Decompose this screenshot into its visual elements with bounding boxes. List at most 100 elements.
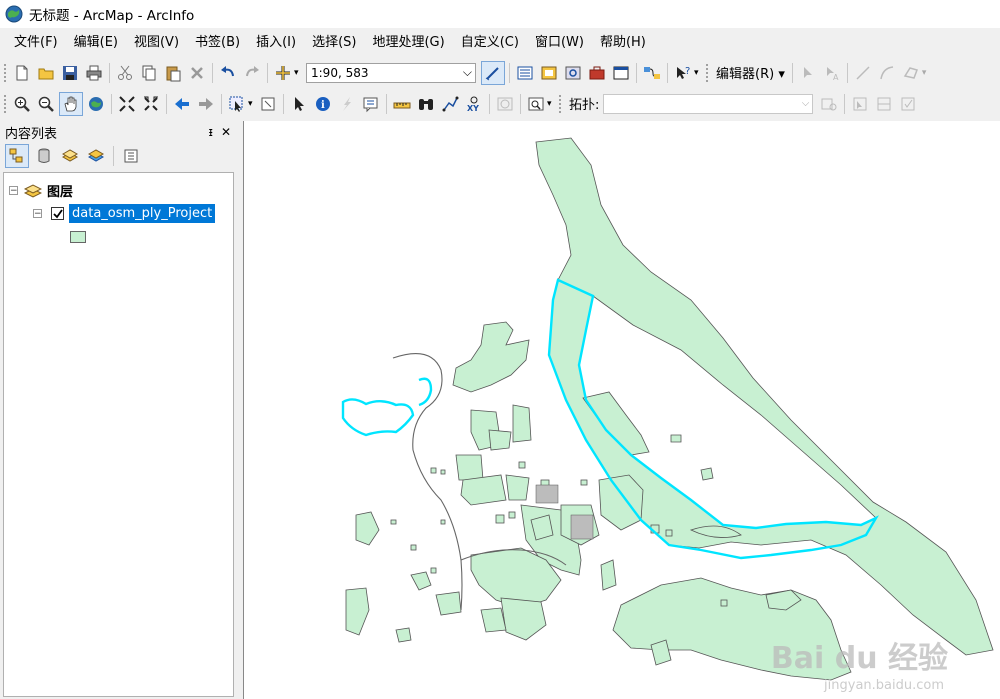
fixed-zoom-out-icon[interactable] [140,93,162,115]
open-folder-icon[interactable] [35,62,57,84]
find-route-icon[interactable] [439,93,461,115]
search-window-icon[interactable] [562,62,584,84]
select-features-dropdown-icon[interactable]: ▾ [248,99,256,109]
map-canvas[interactable] [244,121,1000,699]
catalog-icon[interactable] [538,62,560,84]
menu-customize[interactable]: 自定义(C) [453,28,527,57]
table-of-contents-panel: 内容列表 ᵻ ✕ − 图层 − data_osm_ply_Project [0,121,237,699]
add-data-icon[interactable] [272,62,294,84]
layer-visibility-checkbox[interactable] [51,207,64,220]
delete-icon[interactable] [186,62,208,84]
baidu-watermark-url: jingyan.baidu.com [824,678,944,693]
toc-options-icon[interactable] [120,145,142,167]
list-by-selection-icon[interactable] [85,145,107,167]
toolbar-grip[interactable] [3,93,7,114]
selected-west-patch [341,398,415,437]
toolbar-options-icon[interactable]: ▾ [694,68,702,78]
map-topology-icon[interactable] [818,93,840,115]
select-features-icon[interactable] [226,93,248,115]
tools-toolbar: ▾ i XY ▾ 拓扑: ⌵ [0,89,1000,118]
map-view[interactable]: Bai du 经验 jingyan.baidu.com [243,121,1000,699]
menu-edit[interactable]: 编辑(E) [66,28,126,57]
go-forward-arrow-icon[interactable] [195,93,217,115]
topology-combo[interactable]: ⌵ [603,93,814,114]
paste-icon[interactable] [162,62,184,84]
full-extent-globe-icon[interactable] [85,93,107,115]
end-point-arc-icon[interactable] [876,62,898,84]
find-binoculars-icon[interactable] [415,93,437,115]
menu-file[interactable]: 文件(F) [6,28,66,57]
undo-icon[interactable] [217,62,239,84]
topology-edit-tool-icon[interactable] [849,93,871,115]
copy-icon[interactable] [138,62,160,84]
print-icon[interactable] [83,62,105,84]
window-title: 无标题 - ArcMap - ArcInfo [29,8,195,24]
menu-view[interactable]: 视图(V) [126,28,187,57]
close-icon[interactable]: ✕ [221,125,231,139]
edit-annotation-icon[interactable]: A [821,62,843,84]
toolbar-grip[interactable] [3,62,7,83]
list-by-source-icon[interactable] [33,145,55,167]
menu-geoprocessing[interactable]: 地理处理(G) [364,28,452,57]
construction-tools-dropdown-icon[interactable]: ▾ [922,68,930,78]
fixed-zoom-in-icon[interactable] [116,93,138,115]
zoom-out-icon[interactable] [35,93,57,115]
zoom-in-icon[interactable] [11,93,33,115]
python-window-icon[interactable] [610,62,632,84]
layer-symbol-row[interactable] [70,231,86,243]
model-builder-icon[interactable] [641,62,663,84]
editor-toolbar-icon[interactable] [481,60,505,85]
polygon-symbol-swatch[interactable] [70,231,86,243]
validate-topology-icon[interactable] [897,93,919,115]
new-document-icon[interactable] [11,62,33,84]
arcmap-globe-icon [5,5,23,23]
table-of-contents-icon[interactable] [514,62,536,84]
identify-icon[interactable]: i [312,93,334,115]
pan-hand-icon[interactable] [59,91,83,116]
time-slider-icon[interactable] [494,93,516,115]
chevron-down-icon[interactable]: ⌵ [463,65,472,80]
measure-ruler-icon[interactable] [391,93,413,115]
layer-row[interactable]: − data_osm_ply_Project [33,204,216,223]
whats-this-help-icon[interactable]: ? [672,62,694,84]
clear-selection-icon[interactable] [257,93,279,115]
hyperlink-icon[interactable] [336,93,358,115]
save-icon[interactable] [59,62,81,84]
menu-bookmarks[interactable]: 书签(B) [187,28,248,57]
redo-icon[interactable] [241,62,263,84]
menu-bar: 文件(F) 编辑(E) 视图(V) 书签(B) 插入(I) 选择(S) 地理处理… [0,28,1000,57]
editor-menu[interactable]: 编辑器(R) ▾ [716,63,785,82]
go-to-xy-icon[interactable]: XY [463,93,485,115]
straight-segment-icon[interactable] [852,62,874,84]
layer-name[interactable]: data_osm_ply_Project [69,204,216,223]
show-shared-features-icon[interactable] [873,93,895,115]
list-by-visibility-icon[interactable] [59,145,81,167]
cut-icon[interactable] [114,62,136,84]
map-scale-value: 1:90, 583 [311,65,369,80]
list-by-drawing-order-icon[interactable] [5,144,29,168]
tools-options-icon[interactable]: ▾ [547,99,555,109]
topology-label: 拓扑: [569,98,600,113]
svg-text:XY: XY [467,104,479,113]
menu-help[interactable]: 帮助(H) [592,28,654,57]
title-bar: 无标题 - ArcMap - ArcInfo [0,0,1000,28]
toc-header: 内容列表 ᵻ ✕ [0,121,237,143]
collapse-icon[interactable]: − [33,209,42,219]
select-elements-arrow-icon[interactable] [288,93,310,115]
pin-icon[interactable]: ᵻ [208,125,212,139]
menu-windows[interactable]: 窗口(W) [527,28,592,57]
edit-tool-icon[interactable] [797,62,819,84]
add-data-dropdown-icon[interactable]: ▾ [294,68,302,78]
map-scale-combo[interactable]: 1:90, 583 ⌵ [306,62,476,83]
layers-group-row[interactable]: − 图层 [9,181,73,200]
trace-icon[interactable] [900,62,922,84]
menu-insert[interactable]: 插入(I) [248,28,304,57]
collapse-icon[interactable]: − [9,186,18,196]
arctoolbox-icon[interactable] [586,62,608,84]
create-viewer-window-icon[interactable] [525,93,547,115]
svg-text:?: ? [685,66,690,77]
html-popup-icon[interactable] [360,93,382,115]
menu-selection[interactable]: 选择(S) [304,28,364,57]
go-back-arrow-icon[interactable] [171,93,193,115]
chevron-down-icon: ⌵ [801,98,810,109]
